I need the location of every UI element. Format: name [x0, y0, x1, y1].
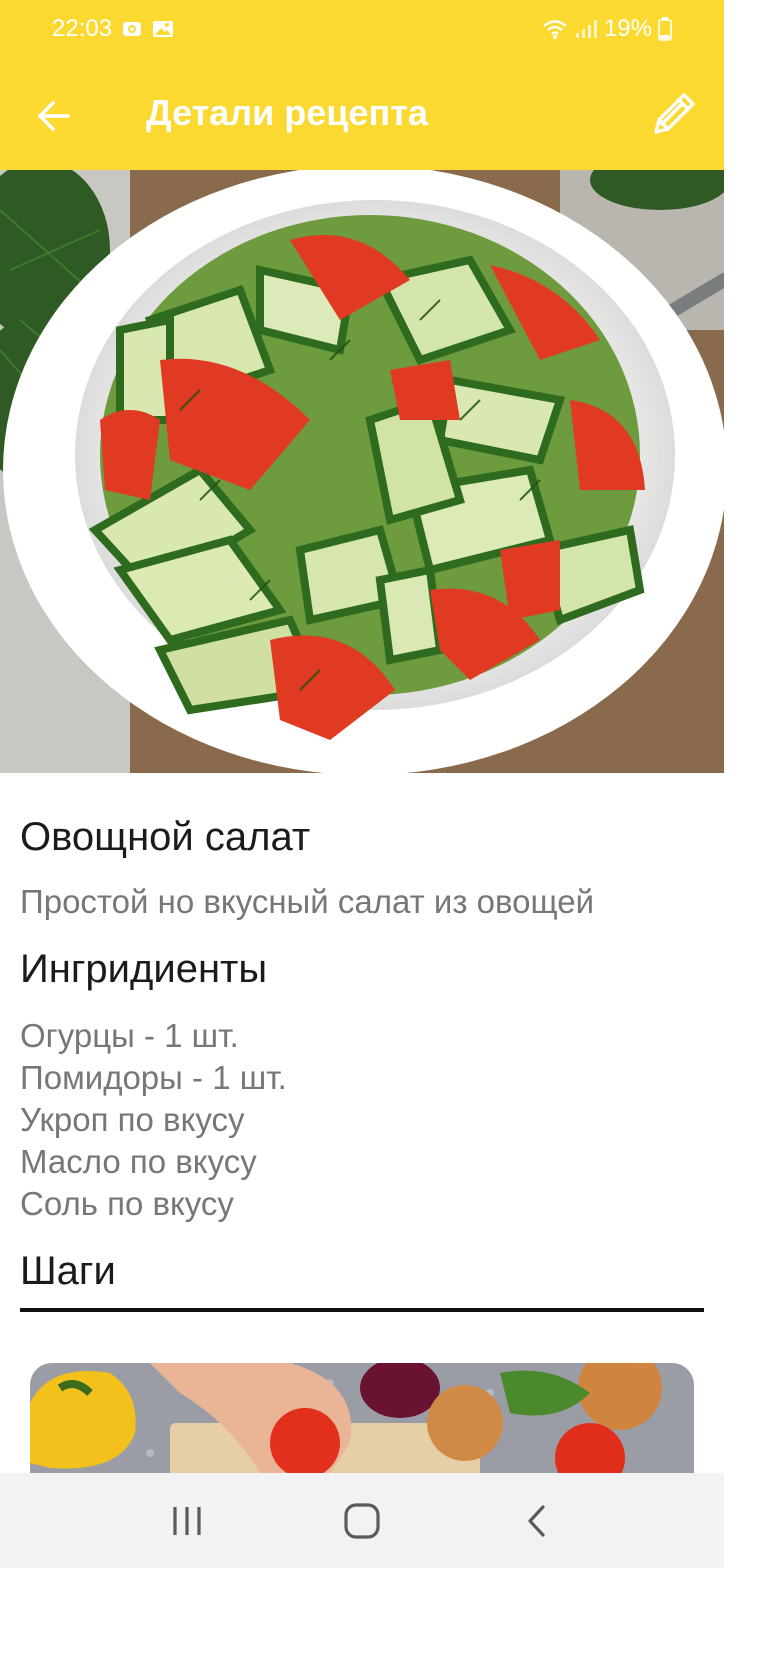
camera-notification-icon	[122, 19, 142, 39]
back-nav-icon	[528, 1504, 545, 1537]
steps-heading: Шаги	[20, 1249, 116, 1293]
status-right: 19%	[542, 15, 672, 43]
pencil-icon	[654, 93, 695, 134]
recents-button[interactable]	[147, 1491, 227, 1551]
arrow-back-icon	[38, 101, 70, 131]
wifi-icon	[542, 18, 568, 40]
ingredient-item: Масло по вкусу	[20, 1143, 257, 1180]
app-bar: Детали рецепта	[0, 58, 724, 170]
ingredients-heading: Ингридиенты	[20, 947, 268, 991]
ingredient-item: Огурцы - 1 шт.	[20, 1017, 239, 1054]
status-bar: 22:03 19%	[0, 0, 724, 58]
back-button[interactable]	[24, 86, 84, 146]
steps-divider	[20, 1308, 704, 1312]
status-left: 22:03	[52, 15, 174, 43]
battery-icon	[658, 17, 672, 41]
ingredient-item: Укроп по вкусу	[20, 1101, 245, 1138]
ingredient-item: Соль по вкусу	[20, 1185, 234, 1222]
status-time: 22:03	[52, 15, 113, 42]
gallery-notification-icon	[152, 19, 174, 39]
page-title: Детали рецепта	[146, 92, 428, 133]
ingredients-list: Огурцы - 1 шт. Помидоры - 1 шт. Укроп по…	[20, 1015, 287, 1225]
recipe-title: Овощной салат	[20, 815, 311, 859]
system-nav-bar	[0, 1473, 724, 1568]
edit-button[interactable]	[642, 82, 706, 146]
battery-level: 19%	[603, 15, 652, 42]
home-icon	[344, 1502, 380, 1539]
recipe-description: Простой но вкусный салат из овощей	[20, 883, 595, 920]
step-photo	[30, 1363, 694, 1473]
nav-back-button[interactable]	[497, 1491, 577, 1551]
recipe-photo	[0, 170, 724, 773]
step-card[interactable]	[30, 1363, 694, 1473]
signal-icon	[574, 18, 598, 40]
ingredient-item: Помидоры - 1 шт.	[20, 1059, 287, 1096]
home-button[interactable]	[322, 1491, 402, 1551]
recents-icon	[173, 1506, 201, 1535]
